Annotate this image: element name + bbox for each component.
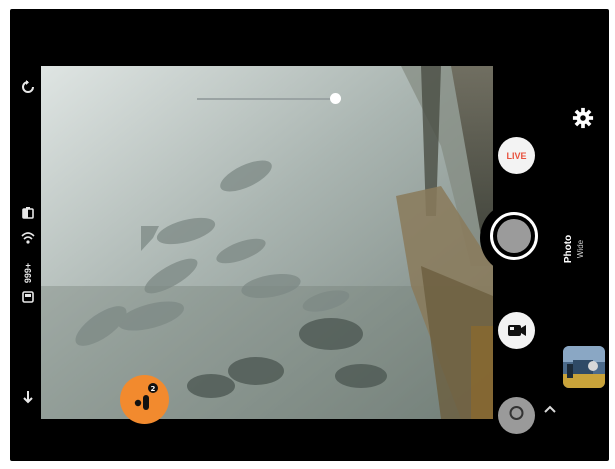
back-arrow-icon[interactable] bbox=[21, 390, 35, 404]
extra-mode-button[interactable] bbox=[498, 397, 535, 434]
underwater-scene-image bbox=[41, 66, 493, 419]
zoom-slider-track[interactable] bbox=[197, 98, 335, 100]
video-camera-icon bbox=[508, 325, 526, 336]
rotate-icon[interactable] bbox=[21, 80, 35, 94]
lens-switch-icon: 2 bbox=[134, 382, 159, 410]
viewfinder[interactable] bbox=[41, 66, 493, 419]
shutter-button-inner[interactable] bbox=[497, 219, 531, 253]
svg-text:2: 2 bbox=[151, 385, 156, 393]
live-label: LIVE bbox=[506, 150, 527, 161]
camera-switch-icon bbox=[509, 406, 524, 420]
battery-icon bbox=[22, 207, 34, 219]
gallery-thumbnail[interactable] bbox=[563, 346, 605, 388]
storage-icon bbox=[22, 291, 34, 303]
camera-app-frame: 999+ LIVE Photo Wide 2 bbox=[10, 9, 609, 461]
zoom-slider-handle[interactable] bbox=[330, 93, 341, 104]
lens-switch-button[interactable]: 2 bbox=[120, 375, 169, 424]
left-rail: 999+ bbox=[10, 9, 41, 461]
wifi-icon bbox=[21, 232, 35, 244]
video-mode-button[interactable] bbox=[498, 312, 535, 349]
mode-selector[interactable]: Photo Wide bbox=[563, 209, 593, 289]
gallery-thumbnail-image bbox=[563, 346, 605, 388]
live-button[interactable]: LIVE bbox=[498, 137, 535, 174]
chevron-up-icon[interactable] bbox=[543, 403, 557, 415]
storage-count: 999+ bbox=[23, 262, 33, 284]
mode-sub: Wide bbox=[576, 239, 585, 259]
gear-icon[interactable] bbox=[572, 107, 594, 129]
mode-name: Photo bbox=[563, 234, 574, 264]
